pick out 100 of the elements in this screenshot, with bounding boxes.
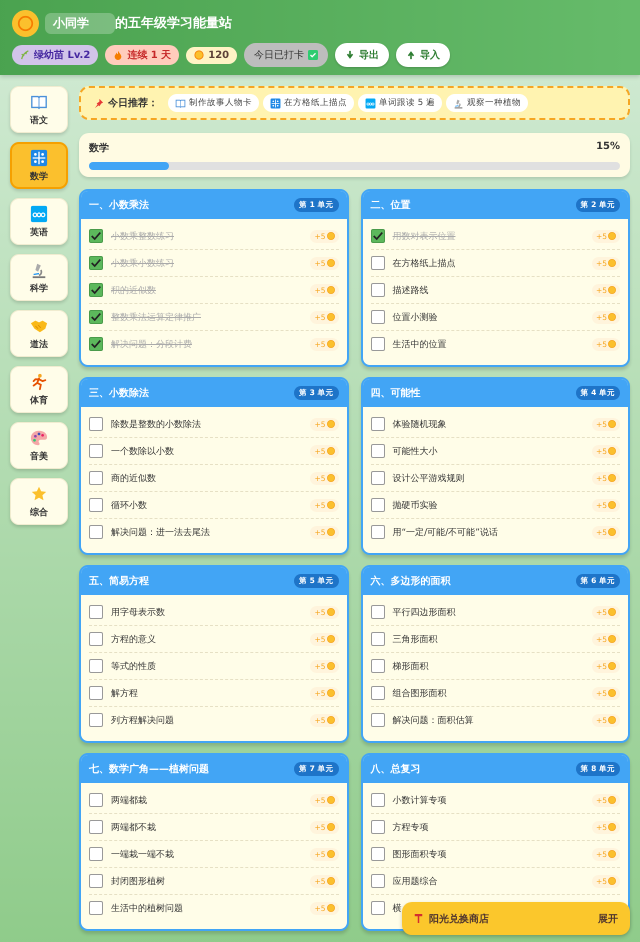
level-badge: 绿幼苗 Lv.2 [12,45,98,65]
task-checkbox[interactable] [370,229,384,243]
task-checkbox[interactable] [370,525,384,539]
task-checkbox[interactable] [89,337,103,351]
subject-tab[interactable]: 英语 [10,198,68,245]
subject-tab[interactable]: 道法 [10,310,68,357]
star-icon [30,484,48,502]
progress-percent: 15% [596,141,620,154]
recommendation-chip[interactable]: 单词跟读 5 遍 [358,94,442,112]
task-checkbox[interactable] [89,417,103,431]
task-checkbox[interactable] [370,256,384,270]
task-checkbox[interactable] [89,793,103,807]
task-label: 一端栽一端不栽 [111,848,175,860]
task-checkbox[interactable] [89,256,103,270]
task-label: 除数是整数的小数除法 [111,418,202,430]
task-checkbox[interactable] [89,874,103,888]
task-label: 描述路线 [392,284,430,296]
task-label: 小数乘小数练习 [111,258,175,270]
subject-name: 数学 [89,142,109,155]
task-checkbox[interactable] [89,901,103,915]
recommendation-chip[interactable]: 制作故事人物卡 [168,94,259,112]
task-checkbox[interactable] [370,471,384,485]
task-label: 整数乘法运算定律推广 [111,312,202,324]
task-checkbox[interactable] [89,498,103,512]
shop-bar[interactable]: 阳光兑换商店 展开 [402,902,630,935]
task-checkbox[interactable] [370,793,384,807]
subject-tab[interactable]: 科学 [10,254,68,301]
task-label: 循环小数 [111,500,148,512]
task-checkbox[interactable] [370,632,384,646]
task-checkbox[interactable] [370,417,384,431]
task-label: 解决问题：面积估算 [392,714,474,726]
checkin-button[interactable]: 今日已打卡 [244,43,328,67]
task-checkbox[interactable] [370,901,384,915]
coin-badge: 120 [186,46,238,64]
microscope-icon [30,260,48,278]
microscope-icon [452,98,464,108]
task-label: 用数对表示位置 [392,230,456,242]
unit-title: 五、简易方程 [89,574,149,588]
task-checkbox[interactable] [370,498,384,512]
recommendation-chip[interactable]: 在方格纸上描点 [263,94,354,112]
import-button[interactable]: 导入 [396,43,450,67]
task-label: 梯形面积 [392,660,430,672]
subject-tab[interactable]: 语文 [10,86,68,133]
subject-tab[interactable]: 音美 [10,422,68,469]
task-label: 积的近似数 [111,284,157,296]
task-checkbox[interactable] [370,847,384,861]
task-label: 小数计算专项 [392,794,448,806]
unit-title: 四、可能性 [370,386,420,400]
task-label: 可能性大小 [392,446,438,458]
sun-avatar-icon [12,10,39,36]
task-checkbox[interactable] [89,229,103,243]
task-checkbox[interactable] [89,444,103,458]
task-checkbox[interactable] [370,337,384,351]
task-checkbox[interactable] [89,713,103,727]
task-checkbox[interactable] [370,874,384,888]
letters-icon [30,204,48,222]
task-checkbox[interactable] [370,659,384,673]
task-checkbox[interactable] [370,605,384,619]
task-label: 小数乘整数练习 [111,230,175,242]
runner-icon [30,372,48,390]
task-checkbox[interactable] [370,444,384,458]
unit-title: 三、小数除法 [89,386,149,400]
task-label: 方程专项 [392,822,430,834]
task-label: 等式的性质 [111,660,157,672]
page-title: 的五年级学习能量站 [115,15,232,32]
task-checkbox[interactable] [89,847,103,861]
task-checkbox[interactable] [89,310,103,324]
export-button[interactable]: 导出 [335,43,390,67]
task-label: 抛硬币实验 [392,500,438,512]
task-checkbox[interactable] [370,283,384,297]
task-label: 图形面积专项 [392,848,448,860]
task-label: 封闭图形植树 [111,876,166,888]
task-checkbox[interactable] [89,525,103,539]
subject-tab[interactable]: 综合 [10,478,68,525]
task-checkbox[interactable] [370,820,384,834]
task-checkbox[interactable] [89,283,103,297]
task-checkbox[interactable] [89,686,103,700]
book-icon [175,98,186,108]
task-label: 生活中的植树问题 [111,902,184,914]
task-checkbox[interactable] [89,471,103,485]
task-checkbox[interactable] [89,659,103,673]
task-checkbox[interactable] [370,686,384,700]
subject-tab[interactable]: 体育 [10,366,68,413]
shop-title: 阳光兑换商店 [429,912,490,926]
task-checkbox[interactable] [370,713,384,727]
streak-badge: 连续 1 天 [105,45,180,65]
task-label: 解决问题：进一法去尾法 [111,526,211,538]
expand-link[interactable]: 展开 [598,912,618,926]
task-checkbox[interactable] [89,820,103,834]
unit-title: 六、多边形的面积 [370,574,450,588]
recommendation-chip[interactable]: 观察一种植物 [446,94,528,112]
task-label: 体验随机现象 [392,418,448,430]
subject-tab[interactable]: 数学 [10,142,68,189]
task-label: 两端都不栽 [111,822,157,834]
task-checkbox[interactable] [370,310,384,324]
task-checkbox[interactable] [89,632,103,646]
task-checkbox[interactable] [89,605,103,619]
task-label: 解方程 [111,688,139,700]
task-label: 两端都栽 [111,794,148,806]
unit-title: 二、位置 [370,198,410,212]
